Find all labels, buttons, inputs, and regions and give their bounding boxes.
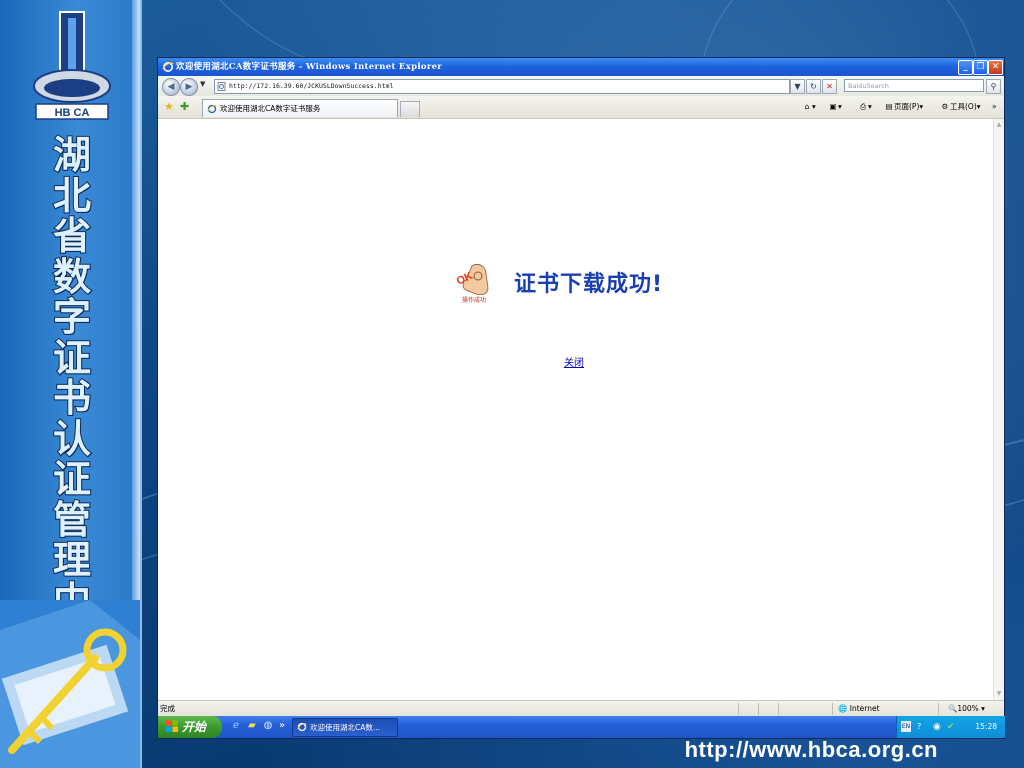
quicklaunch-browser-icon[interactable]: ◍	[262, 720, 274, 732]
more-chevron-icon[interactable]: »	[992, 100, 997, 114]
footer-url: http://www.hbca.org.cn	[684, 737, 938, 762]
vertical-org-title: 湖北省数字证书认证管理中心	[52, 133, 92, 662]
page-menu-label: 页面(P)	[894, 102, 920, 111]
zoom-control[interactable]: 🔍100% ▾	[948, 701, 985, 717]
status-divider	[832, 703, 833, 715]
taskbar-item-ie[interactable]: 欢迎使用湖北CA数...	[292, 718, 398, 737]
security-zone: 🌐 Internet	[838, 704, 880, 713]
zoom-level: 100%	[957, 704, 979, 713]
refresh-button[interactable]: ↻	[806, 79, 821, 94]
status-text: 完成	[160, 704, 175, 713]
tray-help-icon[interactable]: ?	[917, 716, 921, 738]
vertical-scrollbar[interactable]: ▲ ▼	[993, 119, 1004, 700]
url-dropdown-button[interactable]: ▼	[790, 79, 805, 94]
scroll-down-icon[interactable]: ▼	[995, 690, 1003, 698]
taskbar-item-label: 欢迎使用湖北CA数...	[310, 723, 381, 732]
add-favorite-icon[interactable]: ✚	[180, 100, 189, 113]
stop-button[interactable]: ✕	[822, 79, 837, 94]
ok-success-badge: OK 操作成功	[455, 264, 489, 304]
tab-current[interactable]: 欢迎使用湖北CA数字证书服务	[202, 99, 398, 117]
tab-title: 欢迎使用湖北CA数字证书服务	[220, 104, 321, 113]
url-input[interactable]: http://172.16.39.60/JCKUSLDownSuccess.ht…	[214, 79, 790, 94]
status-divider	[938, 703, 939, 715]
search-button[interactable]: ⚲	[986, 79, 1001, 94]
status-divider	[738, 703, 739, 715]
tab-bar: ★ ✚ 欢迎使用湖北CA数字证书服务 ⌂ ▾ ▣▾ ⎙ ▾ ▤页面(P)▾ ⚙ 工具(…	[158, 96, 1004, 119]
key-illustration	[0, 600, 140, 768]
windows-taskbar: 开始 ℯ ▰ ◍ » 欢迎使用湖北CA数... EN ? ◉ ✔ 15:28	[158, 716, 1005, 738]
windows-flag-icon	[166, 720, 178, 732]
home-button[interactable]: ⌂ ▾	[802, 100, 816, 114]
ie-icon	[207, 104, 217, 114]
close-link[interactable]: 关闭	[564, 354, 584, 369]
status-bar: 完成 🌐 Internet 🔍100% ▾	[158, 700, 1004, 717]
feeds-button[interactable]: ▣▾	[828, 100, 841, 114]
success-message: 证书下载成功!	[514, 272, 664, 297]
close-window-button[interactable]: ✕	[988, 60, 1003, 75]
clock: 15:28	[975, 722, 997, 731]
page-icon	[217, 82, 226, 91]
start-label: 开始	[182, 720, 207, 734]
forward-button[interactable]: ▶	[180, 78, 198, 96]
url-text: http://172.16.39.60/JCKUSLDownSuccess.ht…	[229, 82, 394, 90]
maximize-button[interactable]: ❐	[973, 60, 988, 75]
tools-menu-label: 工具(O)	[950, 102, 977, 111]
hbca-logo: HB CA	[33, 11, 111, 120]
tray-security-icon[interactable]: ✔	[947, 716, 955, 738]
badge-text: 操作成功	[462, 296, 486, 304]
tools-menu[interactable]: ⚙ 工具(O)▾	[940, 100, 981, 114]
window-titlebar: 欢迎使用湖北CA数字证书服务 - Windows Internet Explor…	[158, 58, 1004, 76]
left-banner: HB CA 湖北省数字证书认证管理中心	[0, 0, 142, 768]
back-button[interactable]: ◀	[162, 78, 180, 96]
status-divider	[778, 703, 779, 715]
system-tray: EN ? ◉ ✔ 15:28	[896, 716, 1005, 738]
page-menu[interactable]: ▤页面(P)▾	[884, 100, 923, 114]
ie-icon	[297, 722, 307, 732]
history-dropdown-icon[interactable]: ▼	[200, 80, 205, 88]
page-content: OK 操作成功 证书下载成功! 关闭 ▲ ▼	[158, 119, 1004, 700]
logo-text: HB CA	[55, 107, 90, 119]
language-indicator[interactable]: EN	[901, 721, 911, 732]
minimize-button[interactable]: _	[958, 60, 973, 75]
scroll-up-icon[interactable]: ▲	[995, 121, 1003, 129]
ie-icon	[162, 62, 174, 72]
search-input[interactable]: BaiduSearch	[844, 79, 984, 92]
quicklaunch-folder-icon[interactable]: ▰	[246, 720, 258, 732]
zone-label: Internet	[849, 704, 880, 713]
favorites-star-icon[interactable]: ★	[164, 100, 174, 113]
window-title: 欢迎使用湖北CA数字证书服务 - Windows Internet Explor…	[176, 62, 443, 72]
new-tab-button[interactable]	[400, 101, 420, 117]
print-button[interactable]: ⎙ ▾	[858, 100, 872, 114]
quicklaunch-ie-icon[interactable]: ℯ	[230, 720, 242, 732]
start-button[interactable]: 开始	[158, 716, 222, 738]
browser-screenshot: 欢迎使用湖北CA数字证书服务 - Windows Internet Explor…	[158, 58, 1005, 738]
tray-shield-icon[interactable]: ◉	[933, 716, 941, 738]
address-bar: ◀ ▶ ▼ http://172.16.39.60/JCKUSLDownSucc…	[158, 76, 1004, 97]
quicklaunch-more-icon[interactable]: »	[276, 720, 288, 732]
status-divider	[758, 703, 759, 715]
